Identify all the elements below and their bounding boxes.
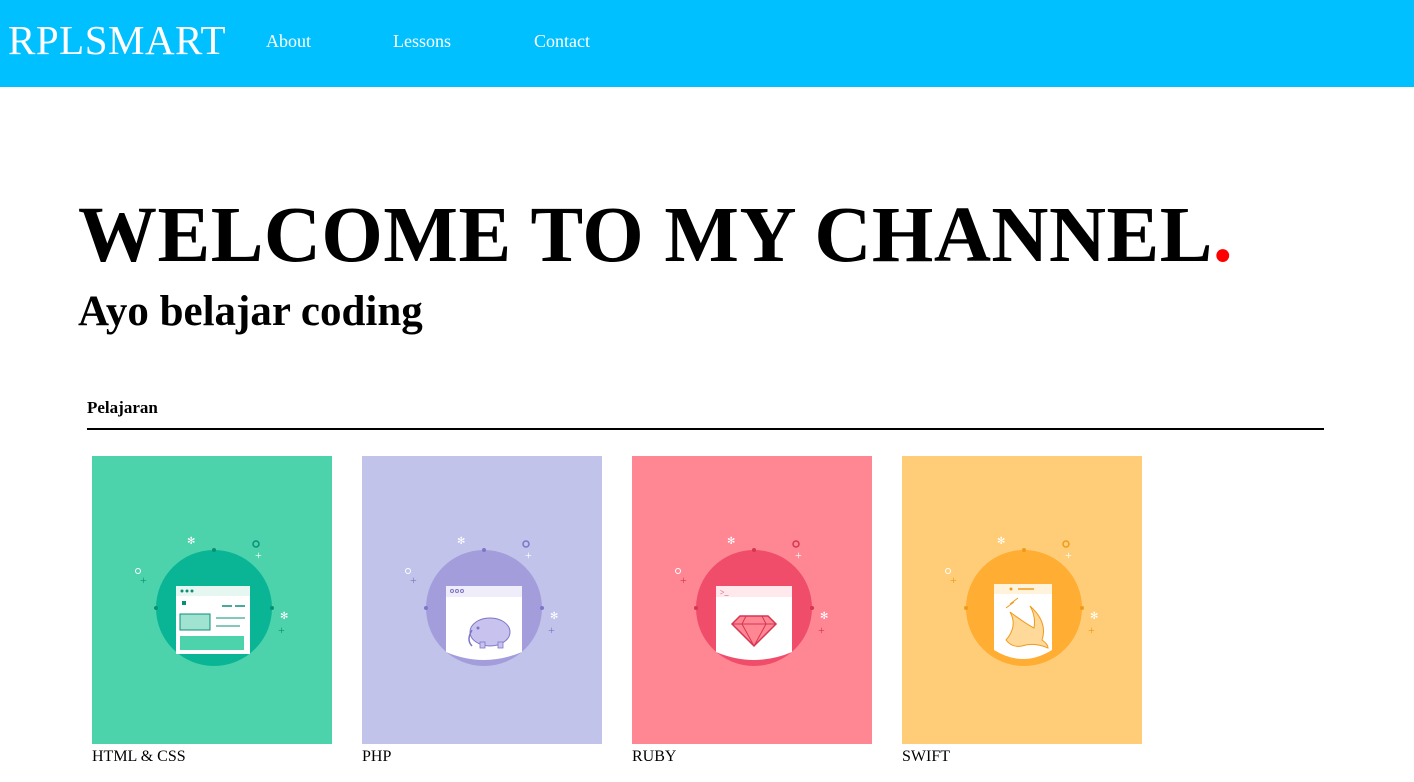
lesson-card-image[interactable]: ✻ + + ✻ + — [362, 456, 602, 744]
lesson-card-label[interactable]: RUBY — [632, 748, 872, 766]
lesson-card-swift[interactable]: ✻ + + ✻ + SWIFT — [902, 456, 1142, 766]
lesson-card-label[interactable]: SWIFT — [902, 748, 1142, 766]
lesson-card-label[interactable]: PHP — [362, 748, 602, 766]
svg-text:+: + — [140, 573, 147, 587]
lesson-card-image[interactable]: ✻ + + ✻ + — [92, 456, 332, 744]
svg-text:+: + — [525, 548, 532, 562]
lesson-card-php[interactable]: ✻ + + ✻ + PHP — [362, 456, 602, 766]
svg-text:+: + — [255, 548, 262, 562]
hero-title-text: WELCOME TO MY CHANNEL — [78, 192, 1213, 279]
section-heading-lessons: Pelajaran — [87, 398, 158, 417]
nav-link-contact[interactable]: Contact — [534, 30, 590, 52]
svg-text:+: + — [950, 573, 957, 587]
svg-text:+: + — [818, 623, 825, 637]
svg-text:✻: ✻ — [820, 611, 828, 622]
swift-bird-icon: ✻ + + ✻ + — [902, 456, 1142, 744]
svg-text:✻: ✻ — [1090, 611, 1098, 622]
svg-text:+: + — [680, 573, 687, 587]
svg-text:+: + — [1065, 548, 1072, 562]
svg-text:+: + — [795, 548, 802, 562]
svg-text:+: + — [410, 573, 417, 587]
section-divider — [87, 428, 1324, 430]
hero-title-dot: . — [1212, 192, 1234, 279]
svg-text:✻: ✻ — [280, 611, 288, 622]
ruby-gem-icon: ✻ + + ✻ + >_ — [632, 456, 872, 744]
brand-logo[interactable]: RPLSMART — [8, 17, 226, 63]
svg-text:✻: ✻ — [997, 536, 1005, 547]
lesson-card-image[interactable]: ✻ + + ✻ + — [902, 456, 1142, 744]
svg-text:✻: ✻ — [550, 611, 558, 622]
top-navbar: RPLSMART About Lessons Contact — [0, 0, 1414, 87]
svg-text:+: + — [278, 623, 285, 637]
nav-link-about[interactable]: About — [266, 30, 311, 52]
svg-text:✻: ✻ — [187, 536, 195, 547]
lesson-card-label[interactable]: HTML & CSS — [92, 748, 332, 766]
html-css-browser-icon: ✻ + + ✻ + — [92, 456, 332, 744]
lesson-card-html-css[interactable]: ✻ + + ✻ + HTML & CSS — [92, 456, 332, 766]
svg-text:+: + — [1088, 623, 1095, 637]
lesson-card-image[interactable]: ✻ + + ✻ + >_ — [632, 456, 872, 744]
svg-text:+: + — [548, 623, 555, 637]
hero-subtitle: Ayo belajar coding — [78, 288, 423, 335]
svg-text:✻: ✻ — [727, 536, 735, 547]
hero-title: WELCOME TO MY CHANNEL. — [78, 192, 1233, 280]
php-elephant-icon: ✻ + + ✻ + — [362, 456, 602, 744]
svg-text:✻: ✻ — [457, 536, 465, 547]
svg-text:>_: >_ — [720, 588, 730, 597]
lesson-card-ruby[interactable]: ✻ + + ✻ + >_ RUBY — [632, 456, 872, 766]
nav-link-lessons[interactable]: Lessons — [393, 30, 451, 52]
